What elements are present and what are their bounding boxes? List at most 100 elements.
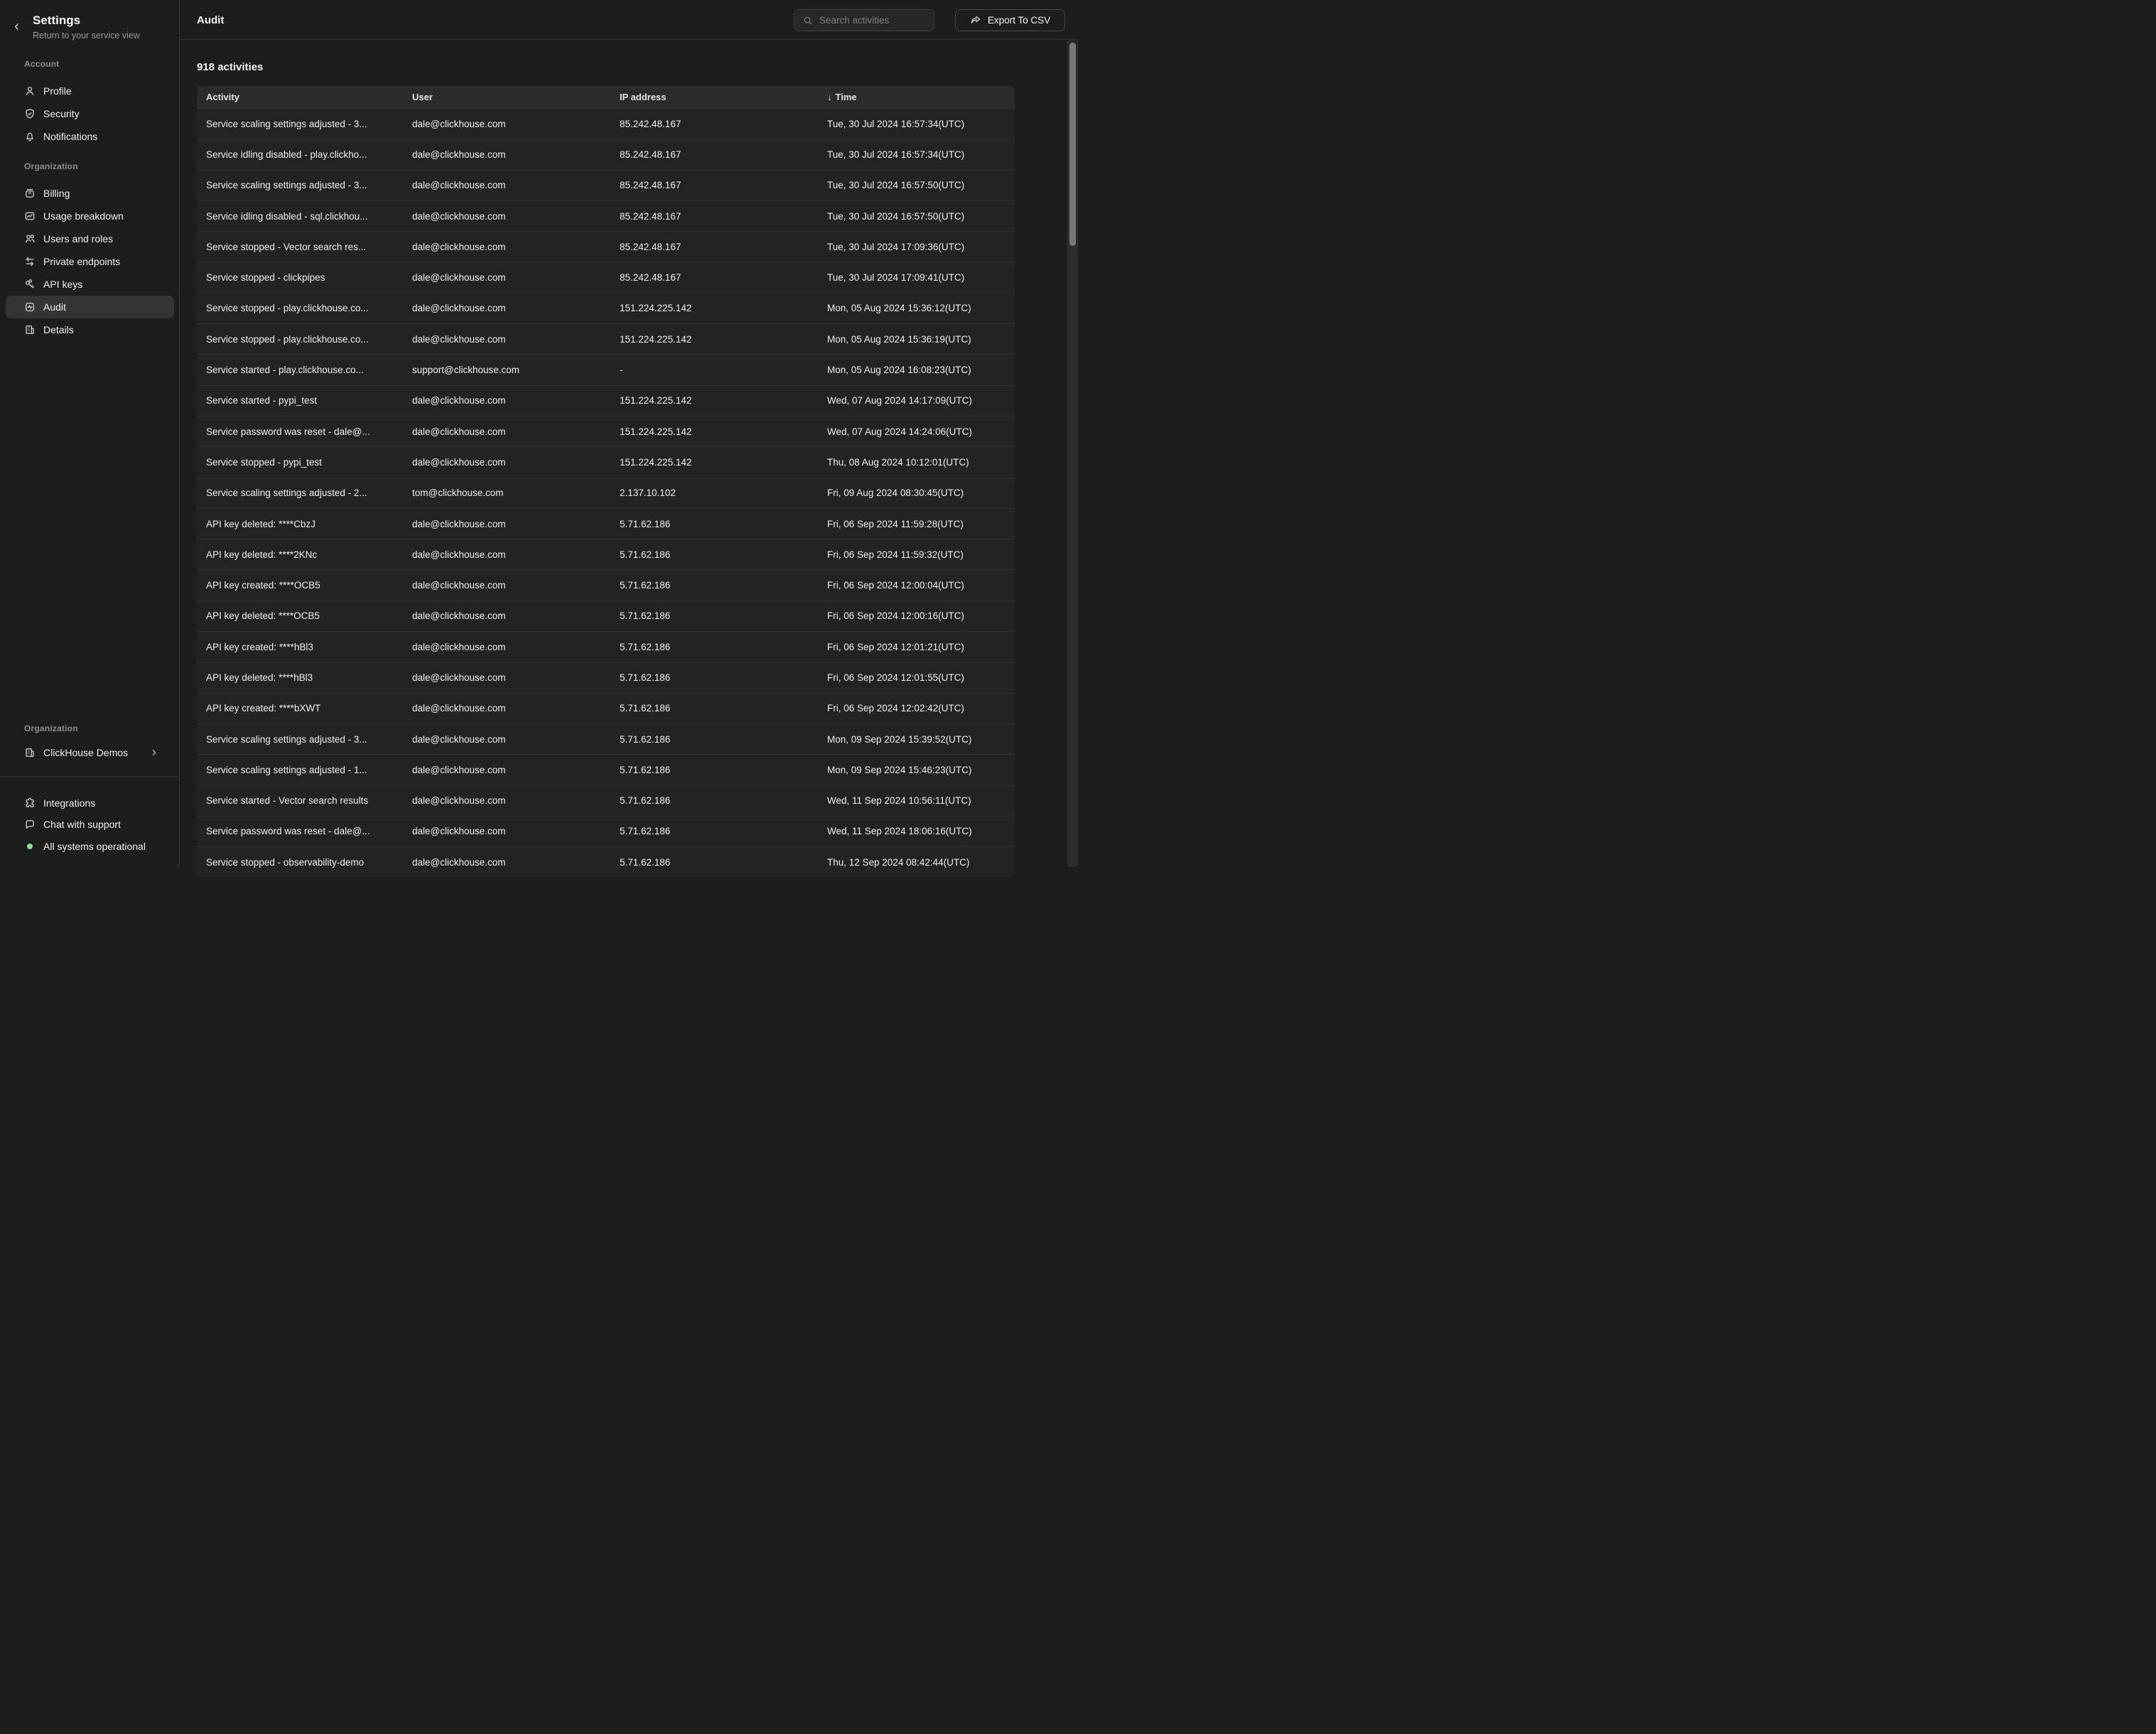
sidebar-item-audit[interactable]: Audit xyxy=(6,296,174,318)
cell-time: Fri, 06 Sep 2024 12:00:16(UTC) xyxy=(818,610,1015,621)
cell-time: Mon, 09 Sep 2024 15:39:52(UTC) xyxy=(818,734,1015,745)
cell-ip-address: 85.242.48.167 xyxy=(610,211,818,222)
sidebar-item-billing[interactable]: Billing xyxy=(6,182,174,205)
table-header-row: Activity User IP address ↓Time xyxy=(197,86,1015,108)
cell-time: Fri, 06 Sep 2024 11:59:32(UTC) xyxy=(818,549,1015,560)
sidebar-item-chat-support[interactable]: Chat with support xyxy=(6,813,174,836)
cell-activity: Service scaling settings adjusted - 3... xyxy=(197,180,403,190)
search-input[interactable] xyxy=(819,15,925,26)
table-row[interactable]: API key deleted: ****2KNc dale@clickhous… xyxy=(197,539,1015,569)
table-row[interactable]: Service idling disabled - sql.clickhou..… xyxy=(197,200,1015,231)
column-header-time[interactable]: ↓Time xyxy=(818,92,1015,102)
table-row[interactable]: API key created: ****hBl3 dale@clickhous… xyxy=(197,631,1015,662)
search-activities-box xyxy=(794,9,934,31)
column-header-activity[interactable]: Activity xyxy=(197,92,403,102)
cell-ip-address: 85.242.48.167 xyxy=(610,149,818,160)
cell-ip-address: 5.71.62.186 xyxy=(610,642,818,652)
table-row[interactable]: Service password was reset - dale@... da… xyxy=(197,816,1015,846)
table-row[interactable]: Service started - Vector search results … xyxy=(197,785,1015,816)
table-row[interactable]: Service scaling settings adjusted - 1...… xyxy=(197,754,1015,785)
cell-user: dale@clickhouse.com xyxy=(403,426,610,437)
cell-ip-address: 5.71.62.186 xyxy=(610,857,818,868)
back-button[interactable] xyxy=(10,18,26,34)
status-label: All systems operational xyxy=(43,841,146,852)
cell-ip-address: 5.71.62.186 xyxy=(610,734,818,745)
sidebar-item-details[interactable]: Details xyxy=(6,318,174,341)
sidebar-item-private-endpoints[interactable]: Private endpoints xyxy=(6,250,174,273)
sidebar-item-security[interactable]: Security xyxy=(6,102,174,125)
sidebar-item-label: Notifications xyxy=(43,131,97,142)
cell-time: Fri, 06 Sep 2024 12:01:55(UTC) xyxy=(818,672,1015,683)
column-header-user[interactable]: User xyxy=(403,92,610,102)
cell-user: dale@clickhouse.com xyxy=(403,303,610,313)
table-row[interactable]: Service scaling settings adjusted - 3...… xyxy=(197,723,1015,754)
table-row[interactable]: Service scaling settings adjusted - 3...… xyxy=(197,108,1015,139)
table-row[interactable]: Service stopped - clickpipes dale@clickh… xyxy=(197,262,1015,292)
cell-time: Tue, 30 Jul 2024 16:57:50(UTC) xyxy=(818,211,1015,222)
sidebar-item-api-keys[interactable]: API keys xyxy=(6,273,174,296)
cell-user: dale@clickhouse.com xyxy=(403,765,610,775)
vertical-scrollbar-thumb[interactable] xyxy=(1069,43,1076,246)
cell-activity: Service stopped - play.clickhouse.co... xyxy=(197,334,403,345)
cell-activity: Service scaling settings adjusted - 3... xyxy=(197,734,403,745)
sidebar-item-profile[interactable]: Profile xyxy=(6,80,174,102)
sidebar-item-notifications[interactable]: Notifications xyxy=(6,125,174,148)
table-row[interactable]: Service stopped - play.clickhouse.co... … xyxy=(197,293,1015,323)
cell-activity: Service scaling settings adjusted - 3... xyxy=(197,119,403,129)
table-row[interactable]: Service stopped - pypi_test dale@clickho… xyxy=(197,446,1015,477)
cell-ip-address: - xyxy=(610,365,818,375)
sidebar-item-system-status[interactable]: All systems operational xyxy=(6,835,174,858)
cell-activity: API key deleted: ****2KNc xyxy=(197,549,403,560)
cell-activity: Service scaling settings adjusted - 1... xyxy=(197,765,403,775)
status-ok-dot-icon xyxy=(27,844,33,849)
sidebar-item-integrations[interactable]: Integrations xyxy=(6,792,174,814)
table-row[interactable]: API key created: ****bXWT dale@clickhous… xyxy=(197,693,1015,723)
table-row[interactable]: Service scaling settings adjusted - 3...… xyxy=(197,170,1015,200)
sidebar-item-label: Private endpoints xyxy=(43,256,120,267)
table-row[interactable]: Service stopped - Vector search res... d… xyxy=(197,231,1015,262)
sidebar-item-usage-breakdown[interactable]: Usage breakdown xyxy=(6,205,174,227)
table-row[interactable]: Service started - pypi_test dale@clickho… xyxy=(197,385,1015,416)
sidebar-item-users-and-roles[interactable]: Users and roles xyxy=(6,227,174,250)
cell-time: Tue, 30 Jul 2024 17:09:41(UTC) xyxy=(818,272,1015,283)
cell-user: dale@clickhouse.com xyxy=(403,211,610,222)
cell-user: dale@clickhouse.com xyxy=(403,519,610,529)
column-header-time-label: Time xyxy=(836,92,857,102)
cell-time: Mon, 05 Aug 2024 16:08:23(UTC) xyxy=(818,365,1015,375)
chevron-left-icon xyxy=(12,22,23,31)
cell-ip-address: 151.224.225.142 xyxy=(610,303,818,313)
cell-ip-address: 2.137.10.102 xyxy=(610,488,818,498)
table-row[interactable]: Service idling disabled - play.clickho..… xyxy=(197,139,1015,169)
table-row[interactable]: API key deleted: ****hBl3 dale@clickhous… xyxy=(197,662,1015,692)
table-row[interactable]: Service scaling settings adjusted - 2...… xyxy=(197,478,1015,508)
table-row[interactable]: API key deleted: ****CbzJ dale@clickhous… xyxy=(197,508,1015,539)
cell-user: dale@clickhouse.com xyxy=(403,119,610,129)
table-row[interactable]: Service started - play.clickhouse.co... … xyxy=(197,354,1015,384)
cell-ip-address: 151.224.225.142 xyxy=(610,395,818,406)
vertical-scrollbar-track[interactable] xyxy=(1067,41,1078,867)
cell-user: support@clickhouse.com xyxy=(403,365,610,375)
table-row[interactable]: Service stopped - observability-demo dal… xyxy=(197,846,1015,877)
cell-activity: API key created: ****hBl3 xyxy=(197,642,403,652)
section-label-organization-switcher: Organization xyxy=(24,723,78,733)
user-icon xyxy=(24,85,36,97)
cell-ip-address: 151.224.225.142 xyxy=(610,334,818,345)
sidebar-item-organization-switcher[interactable]: ClickHouse Demos xyxy=(6,741,174,764)
export-csv-button[interactable]: Export To CSV xyxy=(955,9,1065,31)
table-row[interactable]: API key created: ****OCB5 dale@clickhous… xyxy=(197,569,1015,600)
main-content: Audit Export To CSV 918 activities Activ… xyxy=(180,0,1078,867)
chat-bubble-icon xyxy=(24,819,36,830)
table-row[interactable]: Service stopped - play.clickhouse.co... … xyxy=(197,323,1015,354)
table-row[interactable]: Service password was reset - dale@... da… xyxy=(197,416,1015,446)
search-icon xyxy=(803,16,813,26)
cell-time: Tue, 30 Jul 2024 16:57:34(UTC) xyxy=(818,119,1015,129)
column-header-ip[interactable]: IP address xyxy=(610,92,818,102)
export-arrow-icon xyxy=(970,15,981,26)
table-row[interactable]: API key deleted: ****OCB5 dale@clickhous… xyxy=(197,601,1015,631)
keys-icon xyxy=(24,279,36,290)
cell-activity: API key deleted: ****OCB5 xyxy=(197,610,403,621)
page-header: Audit Export To CSV xyxy=(180,0,1078,40)
building-icon xyxy=(24,747,36,758)
puzzle-icon xyxy=(24,797,36,809)
cell-time: Wed, 07 Aug 2024 14:24:06(UTC) xyxy=(818,426,1015,437)
